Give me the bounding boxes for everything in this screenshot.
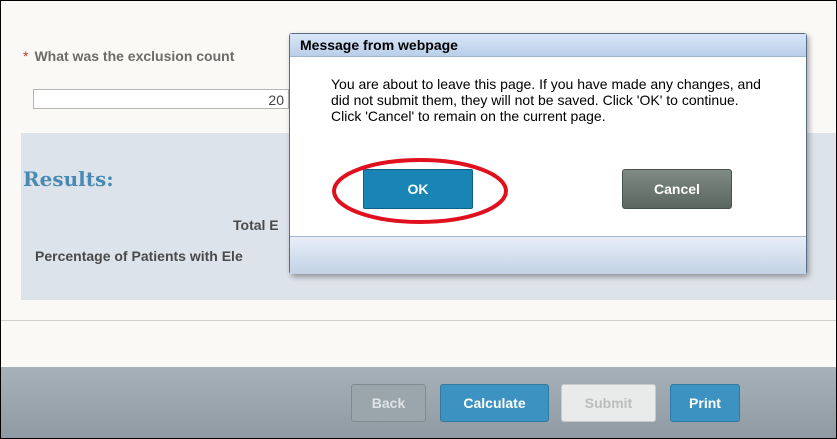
exclusion-question: * What was the exclusion count [23, 48, 234, 64]
section-divider [1, 320, 836, 321]
required-asterisk: * [23, 48, 29, 64]
dialog-title-bar[interactable]: Message from webpage [290, 34, 806, 57]
results-title: Results: [23, 167, 114, 191]
dialog-message: You are about to leave this page. If you… [331, 76, 761, 124]
cancel-button[interactable]: Cancel [622, 169, 732, 209]
total-result-label: Total E [233, 217, 279, 233]
percentage-result-label: Percentage of Patients with Ele [35, 248, 243, 264]
calculate-button[interactable]: Calculate [440, 384, 549, 422]
ok-highlight-circle [332, 158, 508, 224]
submit-button[interactable]: Submit [561, 384, 656, 422]
exclusion-count-input[interactable]: 20 [33, 89, 289, 109]
dialog-title: Message from webpage [300, 37, 458, 53]
message-dialog: Message from webpage You are about to le… [289, 33, 807, 274]
back-button[interactable]: Back [351, 384, 426, 422]
footer-toolbar: Back Calculate Submit Print [1, 367, 836, 438]
dialog-bottom-bar [290, 236, 806, 274]
browser-page: * What was the exclusion count 20 Results… [0, 0, 837, 439]
exclusion-question-label: What was the exclusion count [34, 48, 235, 64]
print-button[interactable]: Print [670, 384, 740, 422]
